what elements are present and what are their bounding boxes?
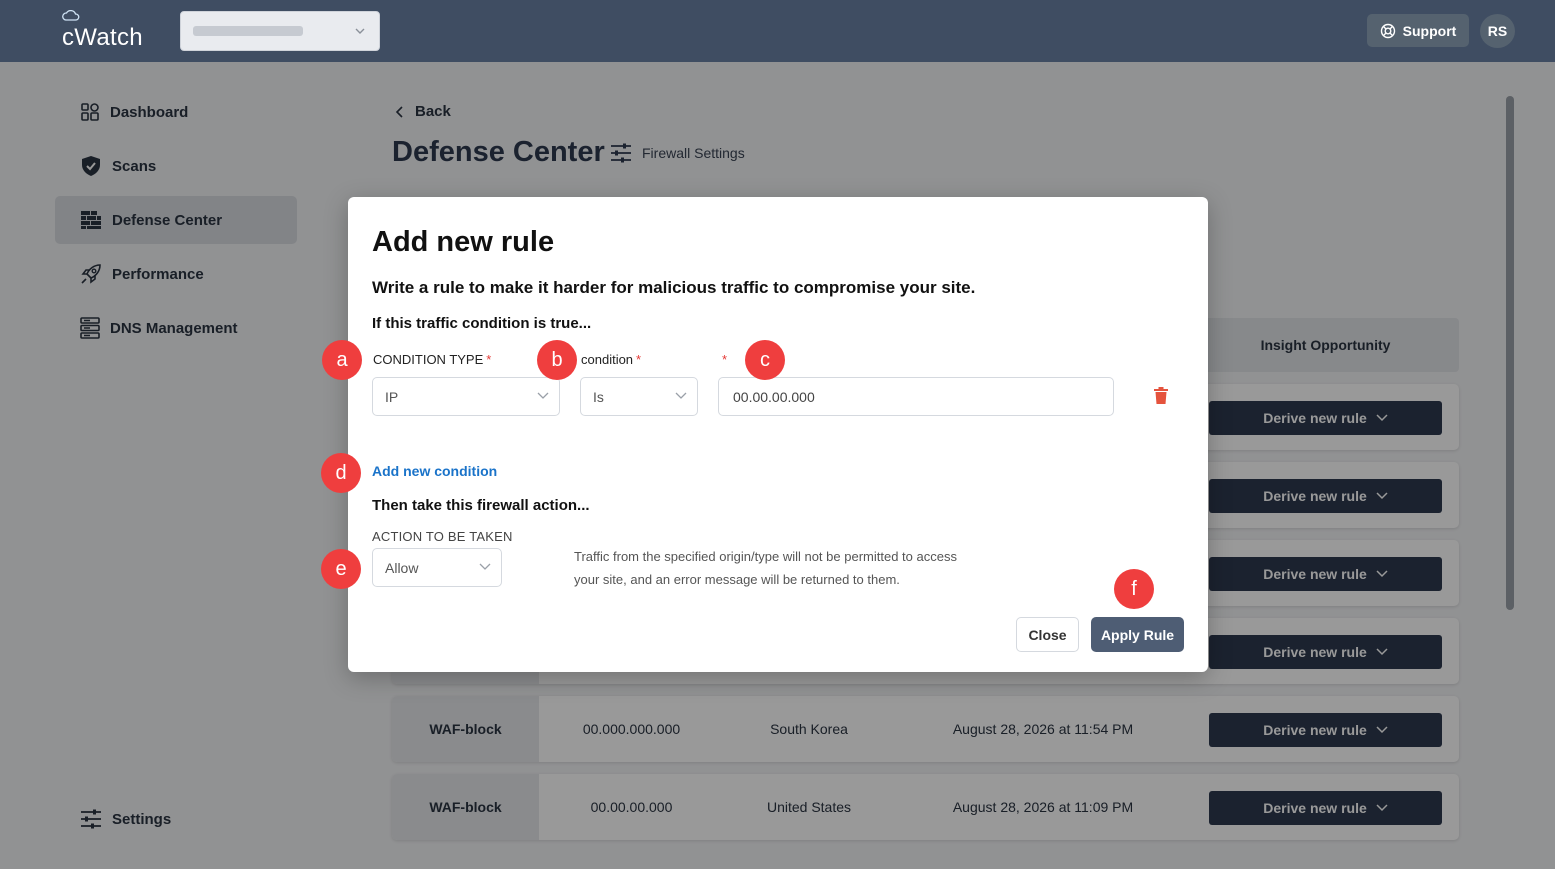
action-help-text: Traffic from the specified origin/type w… xyxy=(574,549,957,587)
chevron-down-icon xyxy=(355,28,365,34)
trash-icon[interactable] xyxy=(1154,387,1168,404)
condition-label: condition * xyxy=(581,352,642,367)
marker-b: b xyxy=(537,340,577,380)
required-mark: * xyxy=(486,352,492,367)
support-label: Support xyxy=(1402,22,1457,39)
condition-type-select[interactable]: IP xyxy=(372,377,560,416)
close-button[interactable]: Close xyxy=(1016,617,1079,652)
marker-f: f xyxy=(1114,569,1154,609)
site-selector-value xyxy=(193,26,303,36)
action-select[interactable]: Allow xyxy=(372,548,502,587)
ip-value-text: 00.00.00.000 xyxy=(733,388,815,405)
cwatch-logo[interactable]: cWatch xyxy=(62,10,152,52)
marker-e: e xyxy=(321,549,361,589)
support-button[interactable]: Support xyxy=(1367,14,1469,47)
value-label: * xyxy=(719,352,727,367)
chevron-down-icon xyxy=(537,392,549,399)
user-avatar[interactable]: RS xyxy=(1480,14,1515,48)
action-value: Allow xyxy=(385,559,419,576)
condition-select[interactable]: Is xyxy=(580,377,698,416)
required-mark: * xyxy=(636,352,642,367)
condition-type-label: CONDITION TYPE * xyxy=(373,352,492,367)
add-new-condition-link[interactable]: Add new condition xyxy=(372,463,497,479)
condition-type-value: IP xyxy=(385,388,399,405)
action-label: ACTION TO BE TAKEN xyxy=(372,529,513,544)
action-heading: Then take this firewall action... xyxy=(372,497,590,514)
logo-text: cWatch xyxy=(62,24,143,51)
chevron-down-icon xyxy=(675,392,687,399)
site-selector[interactable] xyxy=(180,11,380,51)
cloud-icon xyxy=(62,10,80,21)
dialog-subtitle: Write a rule to make it harder for malic… xyxy=(372,278,976,297)
lifebuoy-icon xyxy=(1380,23,1395,38)
ip-value-input[interactable]: 00.00.00.000 xyxy=(718,377,1114,416)
chevron-down-icon xyxy=(479,563,491,570)
top-bar: cWatch Support RS xyxy=(0,0,1555,62)
dialog-title: Add new rule xyxy=(372,226,555,258)
add-rule-dialog: Add new rule Write a rule to make it har… xyxy=(348,197,1208,672)
required-mark: * xyxy=(722,352,728,367)
condition-value: Is xyxy=(593,388,604,405)
marker-d: d xyxy=(321,453,361,493)
condition-heading: If this traffic condition is true... xyxy=(372,315,592,332)
apply-rule-button[interactable]: Apply Rule xyxy=(1091,617,1184,652)
marker-a: a xyxy=(322,340,362,380)
marker-c: c xyxy=(745,340,785,380)
